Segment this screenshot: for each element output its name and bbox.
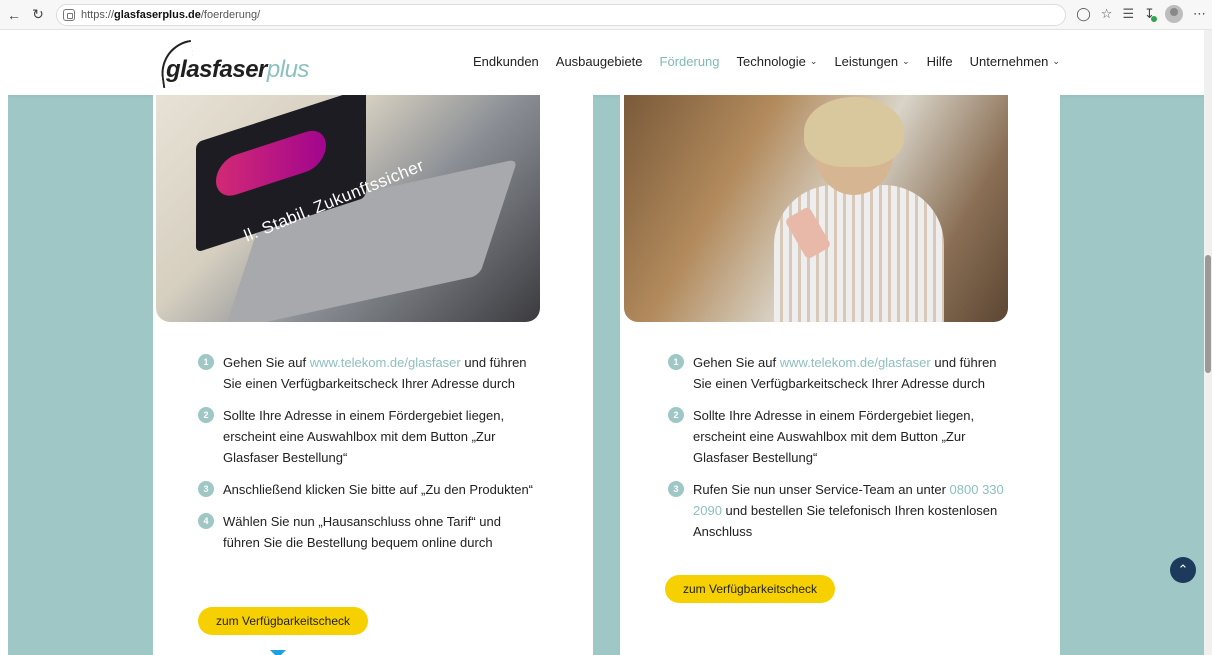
list-item: 3 Anschließend klicken Sie bitte auf „Zu… bbox=[198, 479, 538, 500]
browser-toolbar: ← ↻ https://glasfaserplus.de/foerderung/… bbox=[0, 0, 1212, 30]
nav-label: Endkunden bbox=[473, 54, 539, 69]
availability-check-button[interactable]: zum Verfügbarkeitscheck bbox=[665, 575, 835, 603]
step-number-badge: 1 bbox=[198, 354, 214, 370]
nav-item-technologie[interactable]: Technologie ⌄ bbox=[737, 54, 818, 69]
page-scrollbar[interactable] bbox=[1204, 30, 1212, 655]
address-bar[interactable]: https://glasfaserplus.de/foerderung/ bbox=[56, 3, 1066, 26]
nav-label: Ausbaugebiete bbox=[555, 54, 643, 69]
scroll-to-top-button[interactable]: ⌃ bbox=[1170, 557, 1196, 583]
nav-item-foerderung[interactable]: Förderung bbox=[660, 54, 720, 69]
page-left-margin bbox=[0, 30, 8, 655]
step-text: Anschließend klicken Sie bitte auf „Zu d… bbox=[223, 482, 534, 497]
laptop-photo: ll. Stabil. Zukunftssicher bbox=[156, 95, 540, 322]
step-text-part: Rufen Sie nun unser Service-Team an unte… bbox=[693, 482, 950, 497]
telekom-link[interactable]: www.telekom.de/glasfaser bbox=[780, 355, 931, 370]
step-number-badge: 3 bbox=[668, 481, 684, 497]
woman-phone-photo bbox=[624, 95, 1008, 322]
step-text-part: Gehen Sie auf bbox=[693, 355, 780, 370]
online-order-card: ll. Stabil. Zukunftssicher 1 Gehen Sie a… bbox=[153, 95, 593, 655]
woman-body-shape bbox=[774, 185, 944, 322]
list-item: 1 Gehen Sie auf www.telekom.de/glasfaser… bbox=[668, 352, 1008, 394]
favorites-list-icon[interactable]: ☰ bbox=[1122, 6, 1134, 22]
scrollbar-thumb[interactable] bbox=[1205, 255, 1211, 373]
step-number-badge: 2 bbox=[198, 407, 214, 423]
logo-arc-icon bbox=[157, 39, 197, 89]
down-triangle-icon bbox=[270, 650, 286, 655]
list-item: 3 Rufen Sie nun unser Service-Team an un… bbox=[668, 479, 1008, 542]
nav-item-ausbaugebiete[interactable]: Ausbaugebiete bbox=[556, 54, 643, 69]
step-number-badge: 3 bbox=[198, 481, 214, 497]
step-text: Gehen Sie auf www.telekom.de/glasfaser u… bbox=[223, 352, 538, 394]
chevron-down-icon: ⌄ bbox=[902, 56, 910, 66]
main-navigation: Endkunden Ausbaugebiete Förderung Techno… bbox=[473, 54, 1060, 69]
reader-mode-icon[interactable]: ◯ bbox=[1076, 6, 1091, 22]
profile-avatar[interactable] bbox=[1165, 5, 1183, 23]
nav-label: Technologie bbox=[736, 54, 806, 69]
list-item: 4 Wählen Sie nun „Hausanschluss ohne Tar… bbox=[198, 511, 538, 553]
step-number-badge: 2 bbox=[668, 407, 684, 423]
step-text: Sollte Ihre Adresse in einem Fördergebie… bbox=[693, 408, 975, 465]
back-icon[interactable]: ← bbox=[4, 5, 24, 25]
reload-icon[interactable]: ↻ bbox=[28, 5, 48, 25]
step-number-badge: 4 bbox=[198, 513, 214, 529]
step-text-part: Gehen Sie auf bbox=[223, 355, 310, 370]
list-item: 2 Sollte Ihre Adresse in einem Fördergeb… bbox=[198, 405, 538, 468]
nav-item-unternehmen[interactable]: Unternehmen ⌄ bbox=[970, 54, 1060, 69]
phone-order-card: 1 Gehen Sie auf www.telekom.de/glasfaser… bbox=[620, 95, 1060, 655]
favorite-star-icon[interactable]: ☆ bbox=[1101, 6, 1113, 22]
nav-label: Leistungen bbox=[834, 54, 899, 69]
page-content: glasfaser plus Endkunden Ausbaugebiete Fö… bbox=[8, 30, 1204, 655]
nav-label: Unternehmen bbox=[969, 54, 1049, 69]
nav-item-hilfe[interactable]: Hilfe bbox=[927, 54, 953, 69]
nav-item-leistungen[interactable]: Leistungen ⌄ bbox=[834, 54, 909, 69]
step-list: 1 Gehen Sie auf www.telekom.de/glasfaser… bbox=[668, 352, 1008, 553]
step-text: Sollte Ihre Adresse in einem Fördergebie… bbox=[223, 408, 505, 465]
nav-label: Förderung bbox=[659, 54, 720, 69]
nav-item-endkunden[interactable]: Endkunden bbox=[473, 54, 539, 69]
download-icon[interactable]: ↧ bbox=[1144, 6, 1157, 22]
chevron-down-icon: ⌄ bbox=[809, 56, 818, 66]
list-item: 2 Sollte Ihre Adresse in einem Fördergeb… bbox=[668, 405, 1008, 468]
site-logo[interactable]: glasfaser plus bbox=[157, 39, 310, 89]
logo-text-plus: plus bbox=[266, 56, 310, 83]
site-header: glasfaser plus Endkunden Ausbaugebiete Fö… bbox=[8, 30, 1204, 95]
url-path: /foerderung/ bbox=[200, 8, 261, 21]
step-list: 1 Gehen Sie auf www.telekom.de/glasfaser… bbox=[198, 352, 538, 564]
woman-illustration bbox=[774, 97, 944, 322]
woman-hair-shape bbox=[804, 97, 904, 167]
step-text: Gehen Sie auf www.telekom.de/glasfaser u… bbox=[693, 352, 1008, 394]
chevron-up-icon: ⌃ bbox=[1177, 562, 1189, 577]
step-text-part: und bestellen Sie telefonisch Ihren kost… bbox=[693, 503, 998, 539]
nav-label: Hilfe bbox=[926, 54, 953, 69]
availability-check-button[interactable]: zum Verfügbarkeitscheck bbox=[198, 607, 368, 635]
lock-icon bbox=[63, 8, 75, 21]
chevron-down-icon: ⌄ bbox=[1052, 56, 1060, 66]
telekom-link[interactable]: www.telekom.de/glasfaser bbox=[310, 355, 461, 370]
more-menu-icon[interactable]: ⋯ bbox=[1193, 6, 1206, 22]
step-text: Wählen Sie nun „Hausanschluss ohne Tarif… bbox=[223, 514, 501, 550]
url-scheme: https:// bbox=[81, 8, 115, 21]
url-host: glasfaserplus.de bbox=[114, 8, 201, 21]
step-text: Rufen Sie nun unser Service-Team an unte… bbox=[693, 479, 1008, 542]
step-number-badge: 1 bbox=[668, 354, 684, 370]
list-item: 1 Gehen Sie auf www.telekom.de/glasfaser… bbox=[198, 352, 538, 394]
